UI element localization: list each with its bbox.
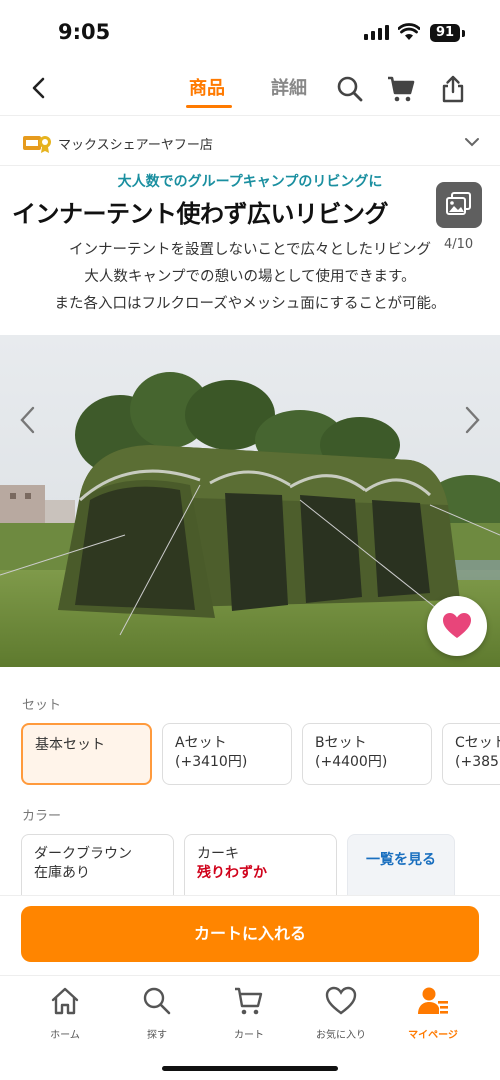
color-option-name: ダークブラウン <box>34 846 132 862</box>
color-option-stock: 在庫あり <box>34 865 90 881</box>
battery-icon: 91 <box>430 24 460 42</box>
set-option-name: Aセット <box>175 735 227 751</box>
set-option-name: Cセット <box>455 735 500 751</box>
cart-icon <box>235 987 263 1015</box>
banner-line-1: インナーテントを設置しないことで広々としたリビング <box>68 242 432 258</box>
tab-detail[interactable]: 詳細 <box>271 74 307 100</box>
nav-item-favorites[interactable]: お気に入り <box>301 984 381 1041</box>
banner-subtitle: 大人数でのグループキャンプのリビングに <box>117 174 383 190</box>
nav-label: マイページ <box>408 1030 458 1041</box>
set-option-price: (+3410円) <box>175 754 248 770</box>
banner-line-3: また各入口はフルクローズやメッシュ面にすることが可能。 <box>54 296 446 312</box>
nav-label: カート <box>234 1030 264 1041</box>
set-option-basic[interactable]: 基本セット <box>21 723 152 785</box>
color-option-stock: 残りわずか <box>197 865 267 881</box>
banner-line-2: 大人数キャンプでの憩いの場として使用できます。 <box>84 269 416 285</box>
banner-title: インナーテント使わず広いリビング <box>12 200 389 228</box>
nav-label: ホーム <box>50 1030 80 1041</box>
status-time: 9:05 <box>58 20 111 44</box>
tab-product[interactable]: 商品 <box>189 74 225 100</box>
home-indicator <box>162 1066 338 1071</box>
heart-icon <box>443 613 471 638</box>
set-option-price: (+385 <box>455 754 499 770</box>
search-icon <box>143 987 171 1015</box>
wifi-icon <box>398 23 420 40</box>
color-option-khaki[interactable]: カーキ 残りわずか <box>184 834 337 904</box>
nav-item-mypage[interactable]: マイページ <box>393 984 473 1041</box>
back-arrow-icon[interactable] <box>26 74 54 102</box>
product-image[interactable] <box>0 335 500 667</box>
view-all-label: 一覧を見る <box>366 852 436 868</box>
tent-photo <box>0 335 500 667</box>
status-bar: 9:05 91 <box>0 0 500 60</box>
heart-icon <box>325 986 357 1015</box>
color-option-name: カーキ <box>197 846 239 862</box>
share-icon[interactable] <box>438 74 468 104</box>
set-option-name: Bセット <box>315 735 367 751</box>
product-banner: 大人数でのグループキャンプのリビングに インナーテント使わず広いリビング インナ… <box>0 168 500 334</box>
nav-item-cart[interactable]: カート <box>209 984 289 1041</box>
store-name[interactable]: マックスシェアーヤフー店 <box>58 134 213 153</box>
favorite-button[interactable] <box>427 596 487 656</box>
prev-image-arrow-icon[interactable] <box>16 405 40 435</box>
color-label: カラー <box>22 809 62 824</box>
set-option-c[interactable]: Cセット (+385 <box>442 723 500 785</box>
set-option-name: 基本セット <box>35 737 105 753</box>
search-icon[interactable] <box>335 74 365 104</box>
set-option-a[interactable]: Aセット (+3410円) <box>162 723 292 785</box>
signal-icon <box>364 25 389 40</box>
store-row[interactable]: マックスシェアーヤフー店 <box>0 118 500 166</box>
bottom-nav: ホーム 探す カート お気に入り マイページ <box>0 975 500 1080</box>
color-option-dark-brown[interactable]: ダークブラウン 在庫あり <box>21 834 174 904</box>
cart-icon[interactable] <box>386 74 416 104</box>
cart-bar: カートに入れる <box>0 895 500 975</box>
add-to-cart-button[interactable]: カートに入れる <box>21 906 479 962</box>
nav-label: お気に入り <box>316 1030 366 1041</box>
battery-tip <box>462 30 465 37</box>
chevron-down-icon[interactable] <box>464 134 480 150</box>
set-option-b[interactable]: Bセット (+4400円) <box>302 723 432 785</box>
view-all-colors-button[interactable]: 一覧を見る <box>347 834 455 904</box>
images-icon <box>446 192 471 215</box>
home-icon <box>51 987 79 1015</box>
set-label: セット <box>22 698 62 713</box>
nav-label: 探す <box>147 1030 167 1041</box>
set-option-price: (+4400円) <box>315 754 388 770</box>
nav-item-home[interactable]: ホーム <box>25 984 105 1041</box>
next-image-arrow-icon[interactable] <box>460 405 484 435</box>
gallery-counter: 4/10 <box>444 237 474 252</box>
nav-item-search[interactable]: 探す <box>117 984 197 1041</box>
gallery-button[interactable] <box>436 182 482 228</box>
store-badge-icon <box>23 136 51 153</box>
tab-active-underline <box>186 105 232 108</box>
user-icon <box>418 987 448 1014</box>
top-header: 商品 詳細 <box>0 60 500 116</box>
